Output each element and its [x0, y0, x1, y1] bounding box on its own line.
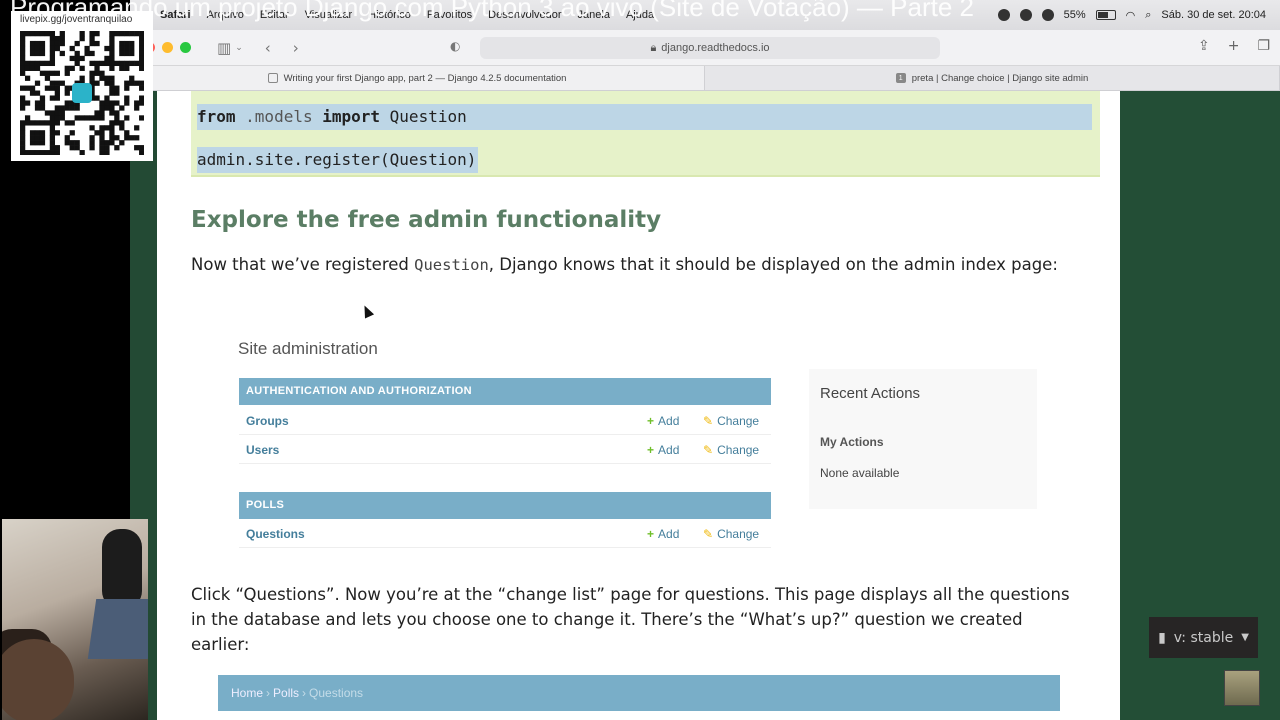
person-head — [2, 639, 74, 720]
recent-actions-title: Recent Actions — [820, 385, 921, 402]
none-available-text: None available — [820, 466, 900, 480]
laptop — [87, 599, 148, 659]
privacy-shield-icon[interactable]: ◐ — [450, 39, 460, 53]
wifi-icon[interactable]: ◠ — [1126, 9, 1136, 22]
tab-title: Writing your first Django app, part 2 — … — [283, 72, 567, 84]
status-area: 55% ◠ ⌕ Sáb. 30 de set. 20:04 — [997, 9, 1280, 22]
pencil-icon: ✎ — [703, 414, 714, 428]
module-header-polls: POLLS — [239, 492, 771, 519]
plus-icon: + — [647, 527, 655, 541]
plus-icon: + — [647, 414, 655, 428]
url-text: django.readthedocs.io — [661, 42, 770, 54]
code-block: from .models import Question admin.site.… — [191, 91, 1100, 177]
change-link[interactable]: ✎ Change — [703, 414, 759, 428]
module-row-groups: Groups + Add ✎ Change — [239, 406, 771, 435]
plus-icon: + — [647, 443, 655, 457]
change-link[interactable]: ✎ Change — [703, 443, 759, 457]
module-header-auth: AUTHENTICATION AND AUTHORIZATION — [239, 378, 771, 405]
pencil-icon: ✎ — [703, 527, 714, 541]
status-icon[interactable] — [997, 9, 1010, 21]
share-icon[interactable]: ⇪ — [1198, 38, 1210, 54]
add-link[interactable]: + Add — [647, 414, 679, 428]
pencil-icon: ✎ — [703, 443, 714, 457]
model-link-users[interactable]: Users — [246, 443, 279, 457]
version-label: v: stable — [1173, 629, 1234, 646]
model-link-questions[interactable]: Questions — [246, 527, 305, 541]
search-icon[interactable]: ⌕ — [1145, 9, 1151, 22]
breadcrumb-current: Questions — [309, 686, 364, 700]
microphone — [102, 529, 142, 609]
paragraph: Click “Questions”. Now you’re at the “ch… — [191, 585, 1070, 654]
tab-overview-icon[interactable]: ❐ — [1257, 38, 1270, 54]
tab-bar: Writing your first Django app, part 2 — … — [130, 66, 1280, 91]
book-icon: ▮ — [1158, 629, 1166, 646]
tab-django-admin[interactable]: 1 preta | Change choice | Django site ad… — [705, 66, 1280, 90]
chevron-down-icon[interactable]: ⌄ — [235, 43, 243, 53]
zoom-window-button[interactable] — [180, 42, 191, 53]
qr-code-overlay: livepix.gg/joventranquilao — [11, 11, 153, 161]
model-link-groups[interactable]: Groups — [246, 414, 289, 428]
change-link[interactable]: ✎ Change — [703, 527, 759, 541]
webcam-overlay — [2, 519, 148, 720]
battery-percent: 55% — [1063, 9, 1086, 21]
qr-code-icon — [20, 31, 144, 155]
page-icon — [267, 73, 278, 83]
qr-label: livepix.gg/joventranquilao — [20, 14, 133, 25]
tab-badge: 1 — [895, 73, 906, 83]
breadcrumb: Home › Polls › Questions — [218, 675, 1060, 711]
sidebar-icon[interactable]: ▥ — [217, 39, 231, 57]
minimize-window-button[interactable] — [162, 42, 173, 53]
lock-icon: 🔒︎ — [650, 41, 657, 54]
document-content: from .models import Question admin.site.… — [157, 91, 1120, 720]
tab-django-docs[interactable]: Writing your first Django app, part 2 — … — [130, 66, 705, 90]
web-page: from .models import Question admin.site.… — [130, 91, 1280, 720]
inline-code: Question — [414, 256, 489, 274]
section-heading: Explore the free admin functionality — [191, 207, 662, 233]
forward-icon[interactable]: › — [293, 39, 299, 57]
clock[interactable]: Sáb. 30 de set. 20:04 — [1161, 9, 1266, 21]
admin-title: Site administration — [238, 339, 378, 358]
stream-title: Programando um projeto Django com Python… — [10, 0, 974, 22]
module-row-users: Users + Add ✎ Change — [239, 435, 771, 464]
battery-icon[interactable] — [1095, 10, 1116, 20]
new-tab-icon[interactable]: + — [1228, 38, 1240, 54]
version-selector[interactable]: ▮ v: stable ▼ — [1149, 617, 1258, 658]
breadcrumb-home[interactable]: Home — [231, 686, 263, 700]
back-icon[interactable]: ‹ — [265, 39, 271, 57]
my-actions-label: My Actions — [820, 435, 884, 449]
add-link[interactable]: + Add — [647, 527, 679, 541]
address-bar[interactable]: 🔒︎ django.readthedocs.io — [480, 37, 940, 59]
paragraph: Now that we’ve registered Question, Djan… — [191, 255, 1058, 274]
screen: ● Safari Arquivo Editar Visualizar Histó… — [0, 0, 1280, 720]
browser-toolbar: ▥ ⌄ ‹ › ◐ 🔒︎ django.readthedocs.io ⇪ + ❐ — [130, 30, 1280, 66]
breadcrumb-polls[interactable]: Polls — [273, 686, 299, 700]
module-row-questions: Questions + Add ✎ Change — [239, 519, 771, 548]
caret-down-icon: ▼ — [1241, 632, 1249, 643]
toolbar-right: ⇪ + ❐ — [1198, 38, 1270, 54]
avatar — [1224, 670, 1260, 706]
code-line: from .models import Question — [197, 104, 1092, 130]
recent-actions-panel: Recent Actions My Actions None available — [809, 369, 1037, 509]
bluetooth-icon[interactable] — [1041, 9, 1054, 21]
add-link[interactable]: + Add — [647, 443, 679, 457]
code-line: admin.site.register(Question) — [197, 147, 479, 173]
tab-title: preta | Change choice | Django site admi… — [911, 72, 1089, 84]
admin-index-screenshot: Site administration AUTHENTICATION AND A… — [217, 321, 1057, 551]
status-icon[interactable] — [1019, 9, 1032, 21]
